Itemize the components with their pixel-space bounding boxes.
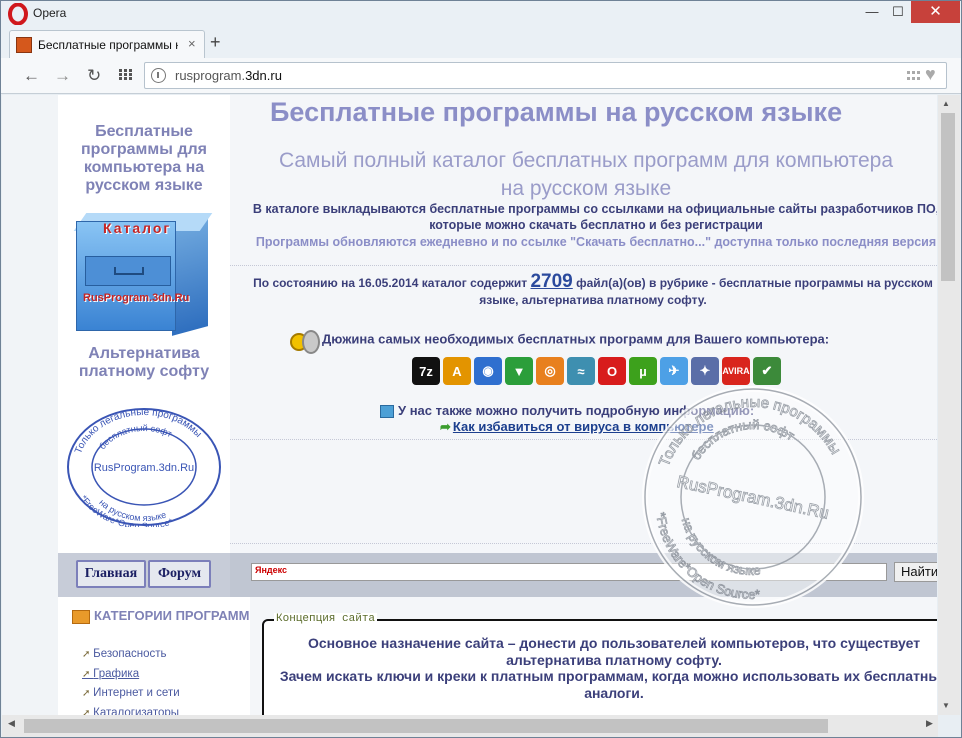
- top-apps-row: 7z A ◉ ▼ ◎ ≈ Oµ ✈ ✦ AVIRA ✔: [412, 357, 781, 385]
- nav-forum-button[interactable]: Форум: [148, 560, 211, 588]
- opera-logo-icon: [8, 3, 28, 25]
- forward-button[interactable]: →: [54, 66, 71, 86]
- scroll-down-icon[interactable]: ▼: [942, 701, 950, 710]
- file-count[interactable]: 2709: [530, 271, 572, 292]
- reload-button[interactable]: ↻: [87, 66, 101, 86]
- firefox-icon[interactable]: ◉: [474, 357, 502, 385]
- url-input[interactable]: rusprogram.3dn.ru ♥: [144, 62, 947, 89]
- site-info-icon[interactable]: [151, 68, 166, 83]
- seal-inner-text: бесплатный софт: [97, 423, 174, 451]
- new-tab-button[interactable]: +: [210, 32, 221, 53]
- cd-burner-icon[interactable]: ✦: [691, 357, 719, 385]
- catalog-status: По состоянию на 16.05.2014 каталог содер…: [253, 271, 933, 307]
- catalog-url: RusProgram.3dn.Ru: [83, 292, 190, 304]
- sidebar-header: Бесплатные программы для компьютера на р…: [58, 95, 230, 553]
- concept-legend: Концепция сайта: [274, 613, 378, 625]
- catalog-image[interactable]: Каталог RusProgram.3dn.Ru: [73, 213, 213, 336]
- seal-center-text: RusProgram.3dn.Ru: [94, 462, 194, 474]
- seal-footer-text: *FreeWare*Open Source*: [79, 493, 175, 527]
- horizontal-scrollbar[interactable]: ◀ ▶: [2, 715, 938, 737]
- catalog-label: Каталог: [103, 220, 172, 236]
- back-button[interactable]: ←: [23, 66, 40, 86]
- chart-icon[interactable]: ≈: [567, 357, 595, 385]
- title-bar: Opera — ☐ ✕: [1, 1, 961, 26]
- green-arrow-icon: ➦: [440, 419, 451, 434]
- minimize-button[interactable]: —: [859, 1, 885, 23]
- category-item[interactable]: Графика: [82, 665, 180, 685]
- sidebar-title: Бесплатные программы для компьютера на р…: [81, 123, 207, 194]
- avira-label: AVIRA: [722, 366, 750, 376]
- shield-check-icon[interactable]: ✔: [753, 357, 781, 385]
- dozen-heading: Дюжина самых необходимых бесплатных прог…: [288, 327, 829, 354]
- legal-seal-stamp: Только легальные программы бесплатный со…: [67, 407, 221, 527]
- close-window-button[interactable]: ✕: [911, 1, 960, 23]
- scroll-left-icon[interactable]: ◀: [8, 718, 15, 729]
- bookmark-heart-icon[interactable]: ♥: [925, 64, 936, 85]
- page-subtitle: Самый полный каталог бесплатных программ…: [278, 149, 894, 200]
- vertical-scrollbar[interactable]: ▲ ▼: [938, 95, 960, 715]
- legal-seal-watermark: Только легальные программы бесплатный со…: [641, 385, 864, 608]
- 7zip-icon[interactable]: 7z: [412, 357, 440, 385]
- url-text: rusprogram.3dn.ru: [175, 68, 282, 83]
- category-item[interactable]: Каталогизаторы: [82, 704, 180, 716]
- info-cube-icon: [380, 405, 394, 419]
- scroll-up-icon[interactable]: ▲: [942, 99, 950, 108]
- category-item[interactable]: Интернет и сети: [82, 684, 179, 704]
- speed-dial-add-icon[interactable]: [907, 71, 921, 81]
- speed-dial-icon[interactable]: [119, 69, 132, 80]
- alternative-slogan: Альтернатива платному софту: [78, 345, 210, 380]
- intro-text: В каталоге выкладываются бесплатные прог…: [252, 202, 937, 232]
- utorrent-icon[interactable]: µ: [629, 357, 657, 385]
- nav-home-button[interactable]: Главная: [76, 560, 146, 588]
- avira-icon[interactable]: AVIRA: [722, 357, 750, 385]
- page-title: Бесплатные программы на русском языке: [270, 97, 843, 127]
- browser-window: Opera — ☐ ✕ Бесплатные программы н × + ←…: [0, 0, 962, 738]
- maximize-button[interactable]: ☐: [885, 1, 911, 23]
- horizontal-scroll-thumb[interactable]: [24, 719, 828, 733]
- concept-box: Концепция сайта Основное назначение сайт…: [262, 613, 937, 715]
- svg-text:бесплатный софт: бесплатный софт: [97, 423, 174, 451]
- app-title: Opera: [33, 6, 67, 20]
- aimp-icon[interactable]: A: [443, 357, 471, 385]
- folder-icon: [72, 609, 90, 624]
- divider: [230, 265, 937, 266]
- tab-favicon-icon: [16, 37, 32, 53]
- tab-active[interactable]: Бесплатные программы н ×: [9, 30, 205, 58]
- update-note: Программы обновляются ежедневно и по ссы…: [255, 235, 937, 249]
- tab-label: Бесплатные программы н: [38, 38, 178, 52]
- speaker-icon: [288, 327, 320, 354]
- yandex-label: Яндекс: [255, 565, 288, 575]
- concept-text: Основное назначение сайта – донести до п…: [279, 635, 937, 701]
- tab-strip: Бесплатные программы н × +: [1, 26, 961, 58]
- viewer-eye-icon[interactable]: ◎: [536, 357, 564, 385]
- category-item[interactable]: Безопасность: [82, 645, 180, 665]
- opera-icon[interactable]: O: [598, 357, 626, 385]
- left-gutter: [2, 95, 58, 715]
- svg-text:*FreeWare*Open Source*: *FreeWare*Open Source*: [79, 493, 175, 527]
- scroll-right-icon[interactable]: ▶: [926, 718, 933, 729]
- search-button[interactable]: Найти: [894, 562, 937, 582]
- address-toolbar: ← → ↻ rusprogram.3dn.ru ♥: [1, 58, 961, 94]
- tab-close-icon[interactable]: ×: [188, 36, 196, 51]
- category-list: БезопасностьГрафикаИнтернет и сетиКатало…: [82, 645, 180, 716]
- skype-icon[interactable]: ✈: [660, 357, 688, 385]
- content-area: КАТЕГОРИИ ПРОГРАММ БезопасностьГрафикаИн…: [58, 597, 937, 715]
- mapping-icon[interactable]: ▼: [505, 357, 533, 385]
- vertical-scroll-thumb[interactable]: [941, 113, 955, 281]
- concept-panel: Концепция сайта Основное назначение сайт…: [250, 597, 937, 715]
- categories-title: КАТЕГОРИИ ПРОГРАММ: [72, 607, 249, 625]
